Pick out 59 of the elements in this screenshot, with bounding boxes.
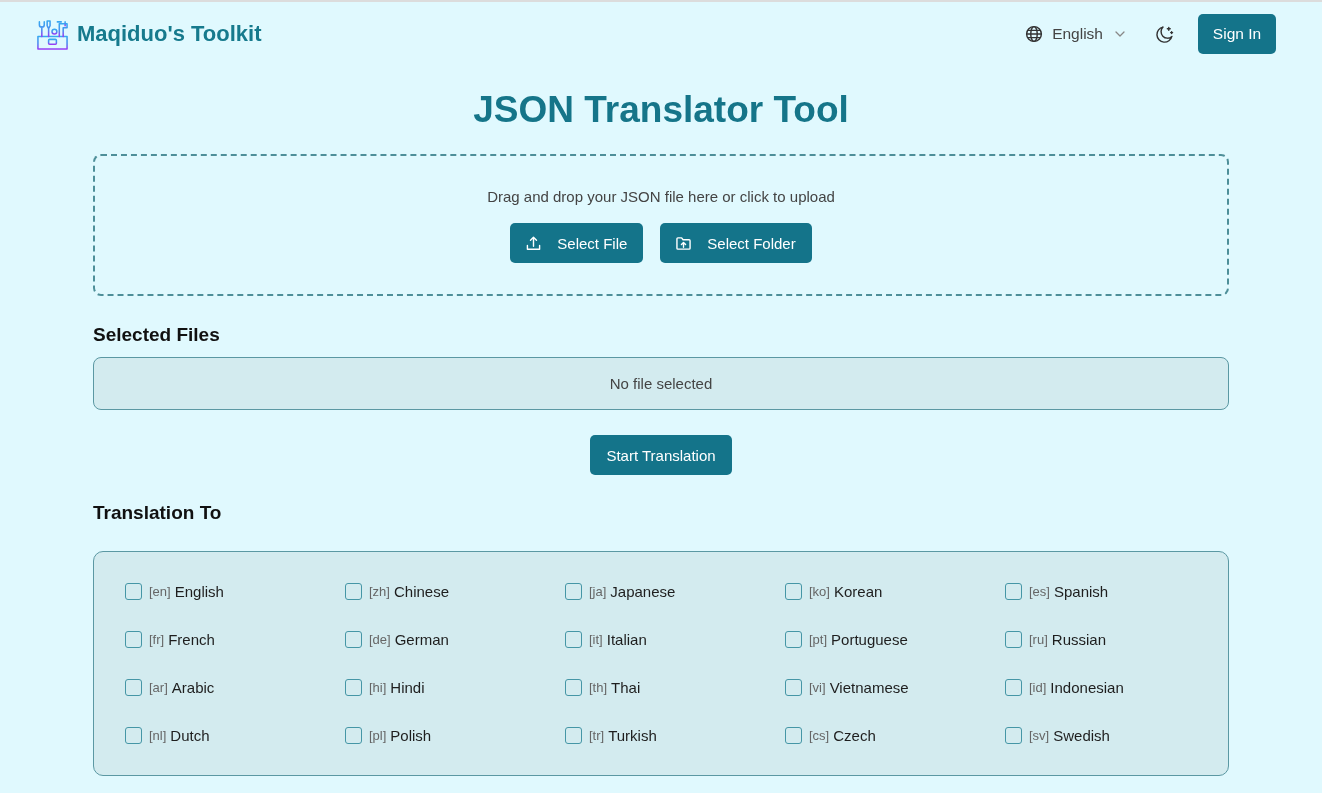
checkbox[interactable]	[785, 678, 802, 696]
checkbox[interactable]	[125, 582, 142, 600]
language-option[interactable]: [cs] Czech	[785, 723, 876, 747]
folder-upload-icon	[676, 235, 692, 251]
checkbox[interactable]	[345, 678, 362, 696]
upload-dropzone[interactable]: Drag and drop your JSON file here or click to upload Select File Select Folder	[93, 154, 1229, 296]
language-option[interactable]: [en] English	[125, 579, 224, 603]
checkbox[interactable]	[565, 678, 582, 696]
checkbox[interactable]	[125, 726, 142, 744]
select-file-button[interactable]: Select File	[510, 223, 644, 263]
start-translation-button[interactable]: Start Translation	[590, 435, 732, 475]
language-option[interactable]: [hi] Hindi	[345, 675, 425, 699]
chevron-down-icon	[1115, 31, 1125, 37]
language-option[interactable]: [id] Indonesian	[1005, 675, 1124, 699]
brand-link[interactable]: Maqiduo's Toolkit	[77, 21, 262, 47]
theme-toggle-button[interactable]	[1155, 24, 1174, 44]
checkbox[interactable]	[1005, 726, 1022, 744]
language-option[interactable]: [th] Thai	[565, 675, 641, 699]
checkbox[interactable]	[345, 726, 362, 744]
language-option[interactable]: [de] German	[345, 627, 449, 651]
language-option[interactable]: [sv] Swedish	[1005, 723, 1110, 747]
section-heading: Selected Files	[93, 323, 221, 347]
checkbox[interactable]	[1005, 630, 1022, 648]
checkbox[interactable]	[345, 582, 362, 600]
section-heading: Translation To	[93, 501, 223, 525]
language-option[interactable]: [pt] Portuguese	[785, 627, 908, 651]
checkbox[interactable]	[785, 726, 802, 744]
checkbox[interactable]	[565, 630, 582, 648]
moon-sparkle-icon	[1155, 24, 1174, 44]
language-option[interactable]: [it] Italian	[565, 627, 647, 651]
checkbox[interactable]	[565, 582, 582, 600]
upload-prompt: Drag and drop your JSON file here or click to upload	[487, 187, 835, 207]
checkbox[interactable]	[125, 630, 142, 648]
language-option[interactable]: [ru] Russian	[1005, 627, 1106, 651]
checkbox[interactable]	[785, 630, 802, 648]
language-option[interactable]: [ko] Korean	[785, 579, 883, 603]
checkbox[interactable]	[345, 630, 362, 648]
language-option[interactable]: [fr] French	[125, 627, 215, 651]
checkbox[interactable]	[785, 582, 802, 600]
sign-in-button[interactable]: Sign In	[1198, 14, 1276, 54]
checkbox[interactable]	[1005, 582, 1022, 600]
language-option[interactable]: [vi] Vietnamese	[785, 675, 909, 699]
language-option[interactable]: [zh] Chinese	[345, 579, 449, 603]
checkbox[interactable]	[565, 726, 582, 744]
toolbox-logo-icon	[36, 17, 69, 51]
language-option[interactable]: [tr] Turkish	[565, 723, 657, 747]
language-option[interactable]: [ja] Japanese	[565, 579, 676, 603]
language-option[interactable]: [nl] Dutch	[125, 723, 210, 747]
upload-icon	[526, 235, 542, 251]
globe-icon	[1025, 25, 1044, 43]
empty-files-message: No file selected	[609, 375, 713, 392]
language-option[interactable]: [pl] Polish	[345, 723, 432, 747]
language-option[interactable]: [ar] Arabic	[125, 675, 215, 699]
language-selector[interactable]: English	[1025, 21, 1125, 47]
checkbox[interactable]	[1005, 678, 1022, 696]
select-folder-button[interactable]: Select Folder	[660, 223, 812, 263]
language-option[interactable]: [es] Spanish	[1005, 579, 1109, 603]
checkbox[interactable]	[125, 678, 142, 696]
page-title: JSON Translator Tool	[472, 88, 850, 132]
